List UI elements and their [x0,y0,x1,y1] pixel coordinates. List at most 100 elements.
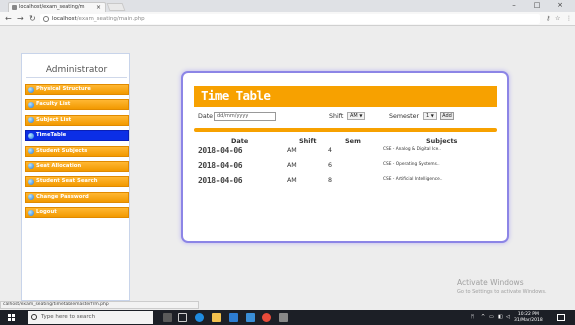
sidebar-item-label: Seat Allocation [36,162,82,169]
app-icon[interactable] [279,313,288,322]
row-date: 2018-04-06 [198,176,243,185]
semester-label: Semester [389,113,420,120]
row-sem: 8 [328,177,333,184]
taskbar: Type here to search ᛗ ^ ▭ ◧ ◁ 10:22 PM 3… [0,310,575,325]
task-view-icon[interactable] [178,313,187,322]
row-sem: 6 [328,162,333,169]
chrome-icon[interactable] [262,313,271,322]
maximize-button[interactable]: □ [530,0,544,11]
microphone-icon[interactable] [163,313,172,322]
battery-icon[interactable]: ▭ [489,310,494,325]
row-date: 2018-04-06 [198,161,243,170]
activate-windows-subtitle: Go to Settings to activate Windows. [457,289,547,295]
search-placeholder: Type here to search [41,314,96,320]
sidebar-divider [26,77,127,78]
column-header-sem: Sem [345,137,361,145]
edge-icon[interactable] [195,313,204,322]
bullet-icon [28,194,34,201]
network-icon[interactable]: ◧ [498,310,503,325]
chevron-down-icon: ▼ [430,113,434,118]
close-icon[interactable]: × [96,3,101,12]
sidebar-item-seat-allocation[interactable]: Seat Allocation [25,160,129,172]
page-content: Administrator Physical Structure Faculty… [0,27,575,303]
status-url: calhost/exam_seating/timetablemasterfrm.… [0,301,199,309]
sidebar-item-label: Student Seat Search [36,178,98,185]
mail-icon[interactable] [246,313,255,322]
sidebar-item-label: Change Password [36,193,89,200]
column-header-shift: Shift [299,137,317,145]
shift-select[interactable]: AM ▼ [347,112,365,120]
sidebar-title: Administrator [45,65,108,75]
admin-sidebar: Administrator Physical Structure Faculty… [21,53,130,301]
semester-select[interactable]: 1 ▼ [423,112,437,120]
taskbar-search-input[interactable]: Type here to search [28,311,153,324]
chevron-down-icon: ▼ [359,113,363,118]
sidebar-item-student-subjects[interactable]: Student Subjects [25,145,129,157]
bullet-icon [28,132,34,139]
shift-value: AM [350,113,358,119]
timetable-panel: Time Table Date dd/mm/yyyy Shift AM ▼ Se… [181,71,509,243]
menu-icon[interactable]: ⋮ [566,14,572,24]
star-icon[interactable]: ☆ [555,14,560,24]
sidebar-item-timetable[interactable]: TimeTable [25,130,129,142]
add-button[interactable]: Add [440,112,454,120]
new-tab-button[interactable] [106,3,126,11]
activate-windows-title: Activate Windows [457,278,524,287]
tab-title: localhost/exam_seating/m [19,4,85,10]
browser-tab[interactable]: localhost/exam_seating/m × [8,2,106,12]
shift-label: Shift [329,113,344,120]
address-bar[interactable]: localhost/exam_seating/main.php [40,14,540,24]
browser-toolbar: ← → ↻ localhost/exam_seating/main.php ⚷ … [0,12,575,26]
row-shift: AM [287,177,297,184]
search-icon [31,314,37,320]
sidebar-item-student-seat-search[interactable]: Student Seat Search [25,176,129,188]
sidebar-item-label: Logout [36,209,57,216]
key-icon[interactable]: ⚷ [546,14,550,24]
browser-tabstrip: localhost/exam_seating/m × – □ × [0,0,575,12]
sidebar-item-physical-structure[interactable]: Physical Structure [25,84,129,95]
info-icon[interactable] [43,16,49,22]
windows-start-icon[interactable] [8,314,15,321]
notifications-icon[interactable] [557,314,565,321]
people-icon[interactable]: ᛗ [471,310,474,325]
sidebar-item-faculty-list[interactable]: Faculty List [25,99,129,111]
row-subjects: CSE - Operating Systems.. [383,162,440,167]
forward-arrow-icon[interactable]: → [17,13,24,25]
close-window-button[interactable]: × [553,0,567,11]
clock-time: 10:22 PM [517,312,539,317]
bullet-icon [28,209,34,216]
bullet-icon [28,163,34,170]
minimize-button[interactable]: – [507,0,521,11]
taskbar-clock[interactable]: 10:22 PM 31/Mar/2018 [514,312,543,323]
date-input[interactable]: dd/mm/yyyy [214,112,276,121]
column-header-date: Date [231,137,249,145]
date-label: Date [198,113,214,120]
sidebar-item-label: Subject List [36,116,72,123]
sidebar-item-label: Physical Structure [36,86,91,92]
file-explorer-icon[interactable] [212,313,221,322]
back-arrow-icon[interactable]: ← [5,13,12,25]
bullet-icon [28,86,34,93]
url-path: /exam_seating/main.php [76,16,145,22]
sidebar-item-label: TimeTable [36,132,67,139]
bullet-icon [28,178,34,185]
semester-value: 1 [426,113,430,119]
page-title: Time Table [201,88,271,103]
page-icon [12,5,17,10]
row-sem: 4 [328,147,333,154]
row-shift: AM [287,147,297,154]
bullet-icon [28,117,34,124]
row-shift: AM [287,162,297,169]
sidebar-item-label: Faculty List [36,101,71,108]
chevron-up-icon[interactable]: ^ [481,310,485,325]
sidebar-item-subject-list[interactable]: Subject List [25,114,129,126]
timetable-header: Time Table [194,86,497,107]
sidebar-item-logout[interactable]: Logout [25,207,129,219]
sidebar-item-label: Student Subjects [36,147,88,154]
store-icon[interactable] [229,313,238,322]
url-host: localhost [52,16,77,22]
sidebar-item-change-password[interactable]: Change Password [25,191,129,203]
bullet-icon [28,148,34,155]
reload-icon[interactable]: ↻ [29,13,36,25]
volume-icon[interactable]: ◁ [506,310,510,325]
